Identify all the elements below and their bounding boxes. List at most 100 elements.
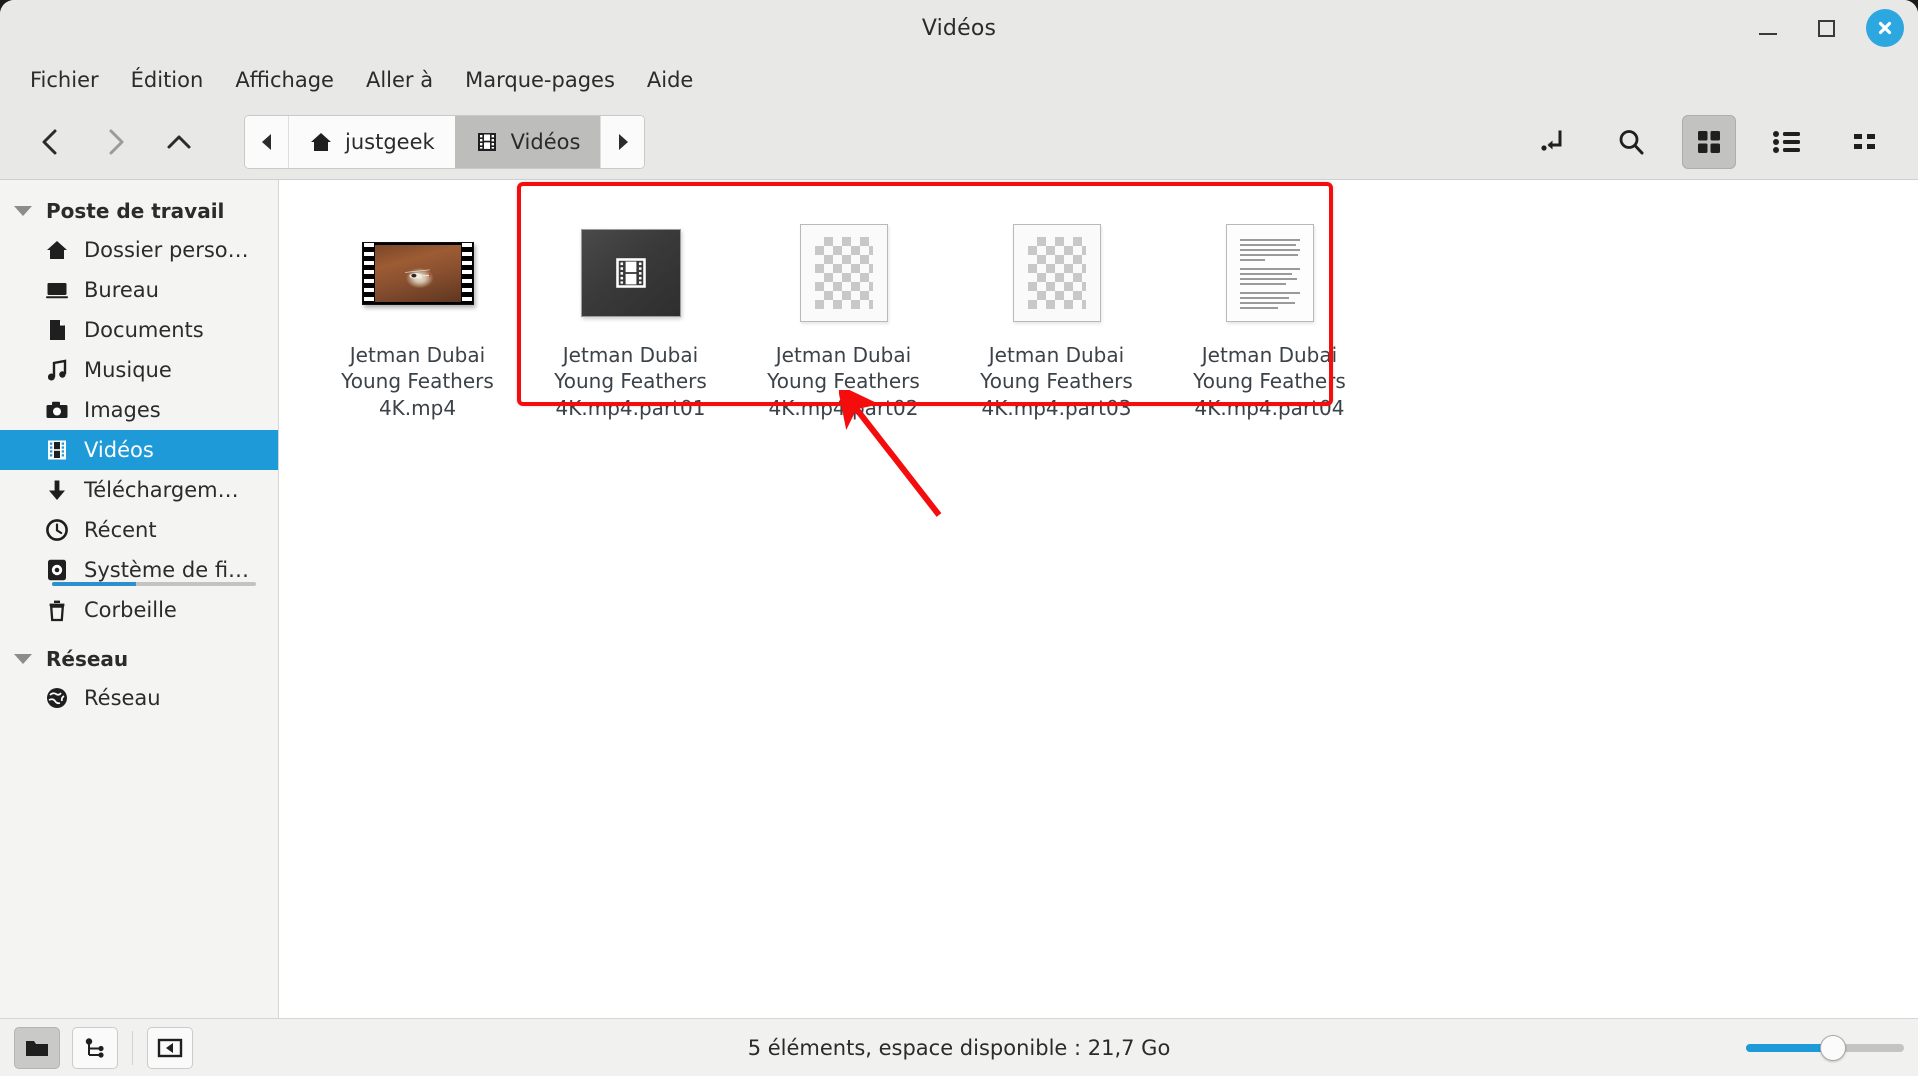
minimize-button[interactable] bbox=[1750, 10, 1786, 46]
menu-aller-a[interactable]: Aller à bbox=[350, 62, 449, 98]
tree-icon bbox=[85, 1037, 104, 1058]
sidebar-item-label: Corbeille bbox=[84, 598, 177, 622]
file-item[interactable]: Jetman Dubai Young Feathers 4K.mp4.part0… bbox=[737, 208, 950, 433]
path-entry-button[interactable] bbox=[1526, 115, 1580, 169]
sidebar-item-documents[interactable]: Documents bbox=[0, 310, 278, 350]
back-button[interactable] bbox=[24, 115, 78, 169]
menu-affichage[interactable]: Affichage bbox=[219, 62, 350, 98]
menu-aide[interactable]: Aide bbox=[631, 62, 709, 98]
list-view-icon bbox=[1773, 130, 1800, 153]
file-item[interactable]: Jetman Dubai Young Feathers 4K.mp4.part0… bbox=[524, 208, 737, 433]
main-body: Poste de travail Dossier perso… Bureau D… bbox=[0, 180, 1918, 1018]
sidebar-item-bureau[interactable]: Bureau bbox=[0, 270, 278, 310]
file-item[interactable]: Jetman Dubai Young Feathers 4K.mp4.part0… bbox=[1163, 208, 1376, 433]
status-separator bbox=[132, 1030, 133, 1065]
menu-marque-pages[interactable]: Marque-pages bbox=[449, 62, 631, 98]
breadcrumb-crumb-justgeek[interactable]: justgeek bbox=[289, 115, 455, 168]
sidebar-item-corbeille[interactable]: Corbeille bbox=[0, 590, 278, 630]
unknown-file-thumbnail bbox=[799, 224, 888, 322]
menu-fichier[interactable]: Fichier bbox=[14, 62, 115, 98]
film-icon bbox=[477, 132, 496, 151]
sidebar: Poste de travail Dossier perso… Bureau D… bbox=[0, 180, 279, 1018]
file-list-view[interactable]: Jetman Dubai Young Feathers 4K.mp4 Jetma… bbox=[279, 180, 1918, 1018]
camera-icon bbox=[44, 397, 70, 423]
sidebar-group-label: Poste de travail bbox=[46, 199, 225, 223]
sidebar-item-systeme-de-fichiers[interactable]: Système de fi… bbox=[0, 550, 278, 590]
breadcrumb-label: Vidéos bbox=[510, 129, 581, 154]
breadcrumb: justgeek Vidéos bbox=[244, 114, 646, 169]
sidebar-item-reseau[interactable]: Réseau bbox=[0, 678, 278, 718]
zoom-slider-handle[interactable] bbox=[1819, 1034, 1846, 1061]
zoom-slider[interactable] bbox=[1746, 1027, 1904, 1069]
maximize-icon bbox=[1817, 19, 1835, 37]
file-thumbnail bbox=[580, 218, 681, 328]
sidebar-item-recent[interactable]: Récent bbox=[0, 510, 278, 550]
sidebar-item-label: Documents bbox=[84, 318, 204, 342]
sidebar-item-label: Vidéos bbox=[84, 438, 154, 462]
transparency-checker-icon bbox=[1027, 237, 1086, 309]
home-icon bbox=[311, 132, 331, 151]
sidebar-group-reseau[interactable]: Réseau bbox=[0, 640, 278, 678]
up-icon bbox=[167, 135, 191, 148]
sidebar-item-videos[interactable]: Vidéos bbox=[0, 430, 278, 470]
maximize-button[interactable] bbox=[1808, 10, 1844, 46]
file-thumbnail bbox=[361, 218, 474, 328]
chevron-down-icon bbox=[14, 206, 32, 216]
status-text: 5 éléments, espace disponible : 21,7 Go bbox=[747, 1035, 1171, 1060]
doc-paragraph bbox=[1239, 239, 1300, 261]
file-thumbnail bbox=[1225, 218, 1314, 328]
icon-view-button[interactable] bbox=[1682, 114, 1736, 169]
menu-bar: Fichier Édition Affichage Aller à Marque… bbox=[0, 56, 1918, 104]
sidebar-item-dossier-perso[interactable]: Dossier perso… bbox=[0, 230, 278, 270]
compact-view-button[interactable] bbox=[1838, 115, 1892, 169]
parent-folder-button[interactable] bbox=[152, 115, 206, 169]
sidebar-group-poste-de-travail[interactable]: Poste de travail bbox=[0, 192, 278, 230]
file-item[interactable]: Jetman Dubai Young Feathers 4K.mp4 bbox=[311, 208, 524, 433]
sidebar-item-label: Réseau bbox=[84, 686, 161, 710]
chevron-left-icon bbox=[261, 133, 271, 150]
breadcrumb-scroll-left[interactable] bbox=[245, 115, 289, 168]
sidebar-item-label: Téléchargem… bbox=[84, 478, 239, 502]
sidebar-item-label: Système de fi… bbox=[84, 558, 250, 582]
sidebar-item-telechargements[interactable]: Téléchargem… bbox=[0, 470, 278, 510]
download-arrow-icon bbox=[44, 477, 70, 503]
home-icon bbox=[44, 237, 70, 263]
sidebar-item-label: Récent bbox=[84, 518, 157, 542]
sidebar-item-musique[interactable]: Musique bbox=[0, 350, 278, 390]
title-bar: Vidéos bbox=[0, 0, 1918, 56]
tree-view-button[interactable] bbox=[72, 1026, 118, 1069]
window-title: Vidéos bbox=[921, 15, 997, 41]
file-item[interactable]: Jetman Dubai Young Feathers 4K.mp4.part0… bbox=[950, 208, 1163, 433]
file-name-label: Jetman Dubai Young Feathers 4K.mp4 bbox=[341, 343, 494, 420]
clock-icon bbox=[44, 517, 70, 543]
unknown-file-thumbnail bbox=[1012, 224, 1101, 322]
path-entry-icon bbox=[1541, 130, 1562, 151]
window-controls bbox=[1750, 0, 1904, 56]
folder-view-button[interactable] bbox=[14, 1026, 60, 1069]
sidebar-item-label: Musique bbox=[84, 358, 172, 382]
close-button[interactable] bbox=[1866, 9, 1904, 47]
panel-left-icon bbox=[157, 1038, 183, 1057]
trash-icon bbox=[44, 597, 70, 623]
music-note-icon bbox=[44, 357, 70, 383]
back-icon bbox=[42, 129, 57, 154]
file-thumbnail bbox=[1012, 218, 1101, 328]
sidebar-item-images[interactable]: Images bbox=[0, 390, 278, 430]
file-name-label: Jetman Dubai Young Feathers 4K.mp4.part0… bbox=[554, 343, 707, 420]
doc-paragraph bbox=[1239, 292, 1300, 309]
menu-edition[interactable]: Édition bbox=[115, 62, 220, 98]
file-manager-window: Vidéos Fichier Édition Affichage Aller à… bbox=[0, 0, 1918, 1076]
breadcrumb-label: justgeek bbox=[345, 129, 435, 154]
forward-button[interactable] bbox=[88, 115, 142, 169]
list-view-button[interactable] bbox=[1760, 115, 1814, 169]
video-preview-thumbnail bbox=[361, 241, 474, 305]
breadcrumb-crumb-videos[interactable]: Vidéos bbox=[454, 115, 601, 168]
status-bar: 5 éléments, espace disponible : 21,7 Go bbox=[0, 1018, 1918, 1076]
sidebar-toggle-button[interactable] bbox=[147, 1026, 193, 1069]
file-name-label: Jetman Dubai Young Feathers 4K.mp4.part0… bbox=[980, 343, 1133, 420]
sidebar-item-label: Bureau bbox=[84, 278, 159, 302]
compact-view-icon bbox=[1854, 133, 1875, 149]
breadcrumb-scroll-right[interactable] bbox=[600, 115, 645, 168]
helicopter-shape bbox=[405, 269, 431, 280]
search-button[interactable] bbox=[1604, 115, 1658, 169]
